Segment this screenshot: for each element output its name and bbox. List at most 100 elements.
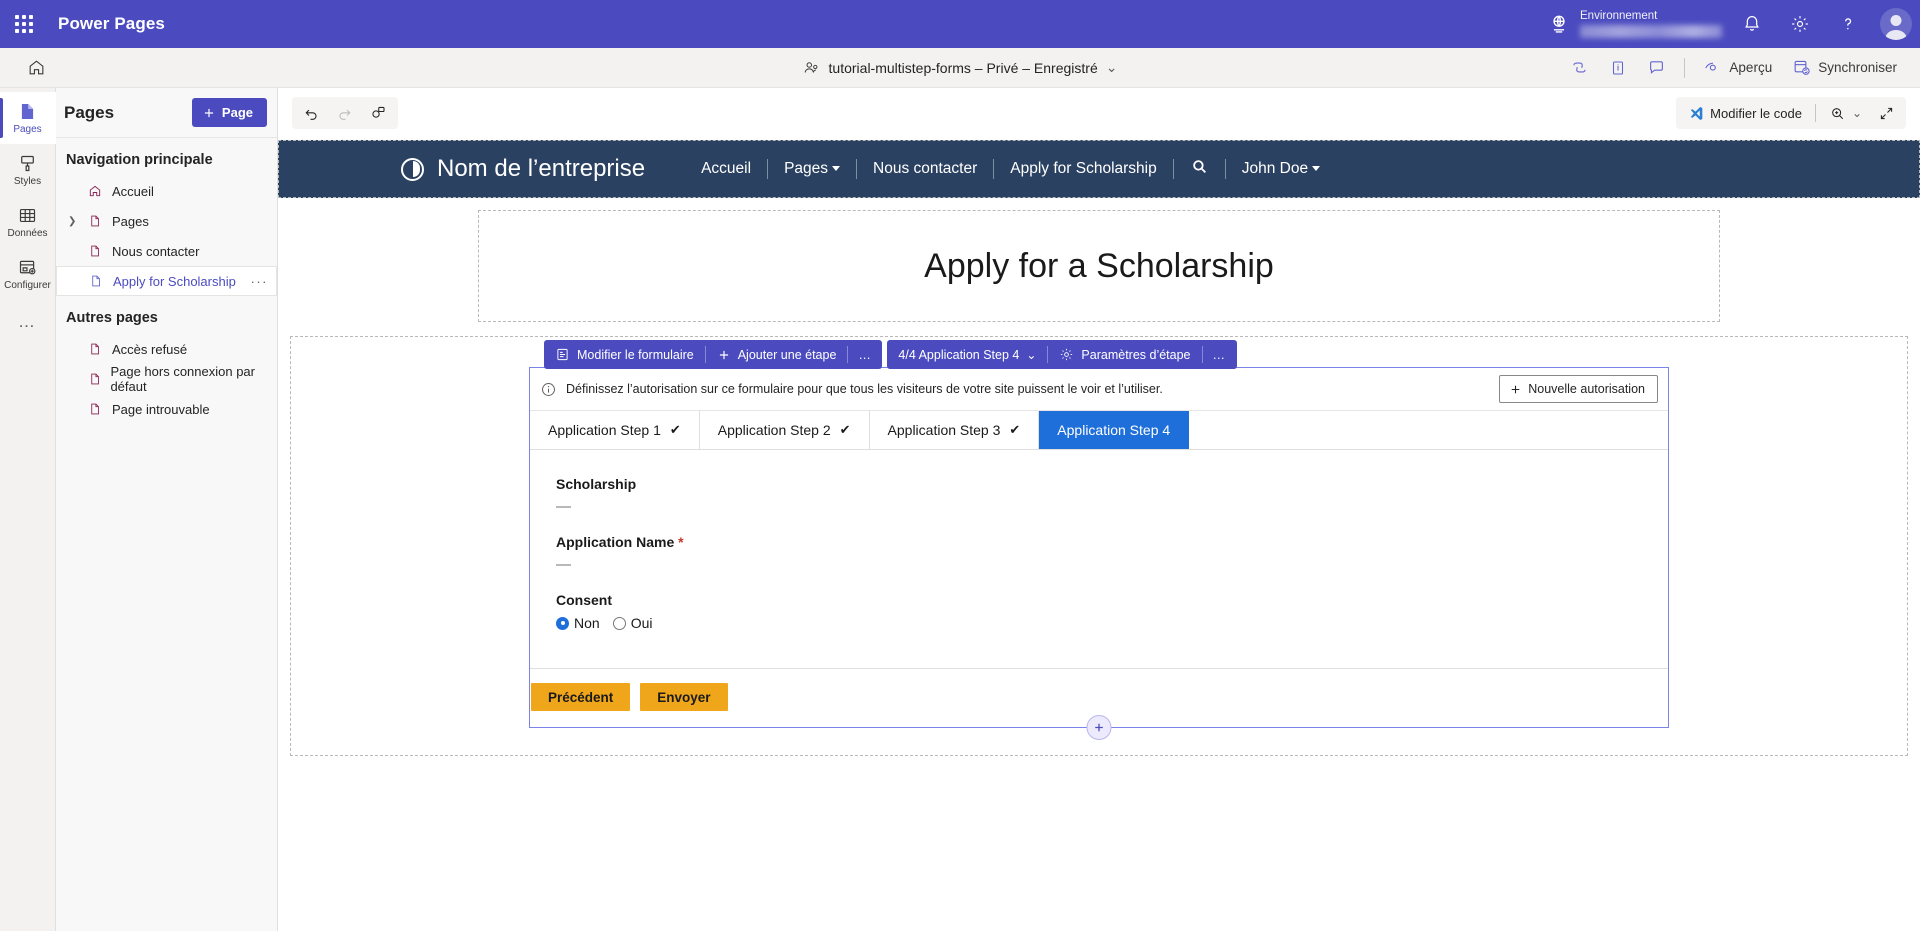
form-floating-toolbar: Modifier le formulaire Ajouter une étape xyxy=(544,340,1237,369)
page-icon xyxy=(88,372,102,386)
canvas-view-group: Modifier le code ⌄ xyxy=(1676,97,1906,129)
redo-arrow-icon[interactable] xyxy=(329,99,360,127)
new-permission-button[interactable]: Nouvelle autorisation xyxy=(1499,375,1658,403)
edit-form-label: Modifier le formulaire xyxy=(577,348,694,362)
site-nav-pages[interactable]: Pages xyxy=(768,160,856,178)
edit-code-button[interactable]: Modifier le code xyxy=(1680,99,1809,127)
tab-application-step-1[interactable]: Application Step 1 ✔ xyxy=(530,411,700,449)
environment-selector[interactable]: Environnement xyxy=(1548,10,1728,38)
field-label: Application Name * xyxy=(556,534,1642,550)
details-panel-icon[interactable] xyxy=(1600,52,1636,84)
toolbar-divider xyxy=(1815,104,1816,122)
nav-item-overflow-button[interactable]: ··· xyxy=(251,274,269,289)
main-nav-header: Navigation principale xyxy=(56,138,277,176)
main-layout: Pages Styles Données Configurer … xyxy=(0,88,1920,931)
pages-panel: Pages Page Navigation principale Accueil… xyxy=(56,88,278,931)
expand-diagonal-icon[interactable] xyxy=(1871,99,1902,127)
pages-icon xyxy=(17,101,38,122)
nav-item-accueil[interactable]: Accueil xyxy=(56,176,277,206)
form-section-container[interactable]: Modifier le formulaire Ajouter une étape xyxy=(290,336,1908,756)
other-page-acces-refuse[interactable]: Accès refusé xyxy=(56,334,277,364)
waffle-menu-icon[interactable] xyxy=(0,0,48,48)
canvas-history-group xyxy=(292,97,398,129)
form-overflow-button[interactable]: … xyxy=(848,340,882,369)
other-page-hors-connexion[interactable]: Page hors connexion par défaut xyxy=(56,364,277,394)
copilot-icon[interactable] xyxy=(1561,52,1598,84)
sidebar-item-setup[interactable]: Configurer xyxy=(0,248,56,300)
step-tab-label: Application Step 4 xyxy=(1057,422,1170,438)
hero-section[interactable]: Apply for a Scholarship xyxy=(478,210,1720,322)
canvas-toolbar: Modifier le code ⌄ xyxy=(278,94,1920,132)
other-page-introuvable[interactable]: Page introuvable xyxy=(56,394,277,424)
sidebar-item-pages[interactable]: Pages xyxy=(0,92,56,144)
step-selector-dropdown[interactable]: 4/4 Application Step 4 ⌄ xyxy=(887,340,1047,369)
sync-button[interactable]: Synchroniser xyxy=(1783,52,1906,84)
other-pages-header: Autres pages xyxy=(56,296,277,334)
topbar-right-group: Environnement xyxy=(1548,0,1920,48)
nav-item-pages[interactable]: ❯ Pages xyxy=(56,206,277,236)
site-nav-nous-contacter[interactable]: Nous contacter xyxy=(857,160,993,178)
nav-item-label: Apply for Scholarship xyxy=(113,274,236,289)
nav-item-apply-for-scholarship[interactable]: Apply for Scholarship ··· xyxy=(56,266,277,296)
tab-application-step-2[interactable]: Application Step 2 ✔ xyxy=(700,411,870,449)
field-application-name: Application Name * xyxy=(556,534,1642,566)
toolbar-divider xyxy=(1684,58,1685,78)
table-icon xyxy=(17,205,38,226)
field-placeholder-value[interactable] xyxy=(556,564,571,566)
field-placeholder-value[interactable] xyxy=(556,506,571,508)
chevron-right-icon[interactable]: ❯ xyxy=(68,216,76,227)
pages-panel-header: Pages Page xyxy=(56,88,277,138)
add-page-button[interactable]: Page xyxy=(192,98,267,127)
rail-overflow-button[interactable]: … xyxy=(18,300,37,344)
settings-gear-icon[interactable] xyxy=(1776,0,1824,48)
edit-code-label: Modifier le code xyxy=(1710,106,1802,121)
submit-button[interactable]: Envoyer xyxy=(640,683,727,711)
site-body: Apply for a Scholarship xyxy=(278,210,1920,756)
step-settings-button[interactable]: Paramètres d’étape xyxy=(1048,340,1201,369)
step-settings-label: Paramètres d’étape xyxy=(1081,348,1190,362)
site-logo[interactable]: Nom de l’entreprise xyxy=(401,155,645,183)
edit-form-button[interactable]: Modifier le formulaire xyxy=(544,340,705,369)
annotation-icon[interactable] xyxy=(362,99,394,127)
preview-button[interactable]: Aperçu xyxy=(1694,52,1781,84)
required-marker: * xyxy=(678,534,683,550)
zoom-control[interactable]: ⌄ xyxy=(1822,99,1869,127)
home-icon[interactable] xyxy=(16,48,56,88)
page-icon xyxy=(88,214,104,228)
site-title-selector[interactable]: tutorial-multistep-forms – Privé – Enreg… xyxy=(803,59,1118,77)
user-avatar[interactable] xyxy=(1872,0,1920,48)
site-nav-apply-for-scholarship[interactable]: Apply for Scholarship xyxy=(994,160,1172,178)
zoom-magnifier-icon xyxy=(1829,105,1846,122)
notifications-bell-icon[interactable] xyxy=(1728,0,1776,48)
consent-option-non[interactable]: Non xyxy=(556,615,600,631)
tab-application-step-3[interactable]: Application Step 3 ✔ xyxy=(870,411,1040,449)
previous-button[interactable]: Précédent xyxy=(531,683,630,711)
environment-label: Environnement xyxy=(1580,10,1722,23)
sidebar-item-styles[interactable]: Styles xyxy=(0,144,56,196)
tab-application-step-4[interactable]: Application Step 4 xyxy=(1039,411,1189,449)
comment-icon[interactable] xyxy=(1638,52,1675,84)
sidebar-item-data[interactable]: Données xyxy=(0,196,56,248)
plus-icon xyxy=(1509,383,1522,396)
help-question-icon[interactable] xyxy=(1824,0,1872,48)
undo-arrow-icon[interactable] xyxy=(296,99,327,127)
site-nav-user-menu[interactable]: John Doe xyxy=(1226,160,1336,178)
field-consent: Consent Non Oui xyxy=(556,592,1642,631)
step-actions-group: 4/4 Application Step 4 ⌄ Paramètr xyxy=(887,340,1236,369)
page-icon xyxy=(88,402,104,416)
site-nav-accueil[interactable]: Accueil xyxy=(685,160,767,178)
chevron-down-icon: ⌄ xyxy=(1026,348,1036,362)
search-icon[interactable] xyxy=(1174,157,1225,181)
nav-item-nous-contacter[interactable]: Nous contacter xyxy=(56,236,277,266)
add-page-label: Page xyxy=(222,105,253,120)
setup-icon xyxy=(17,257,38,278)
step-overflow-button[interactable]: … xyxy=(1203,340,1237,369)
add-section-button[interactable] xyxy=(1087,715,1112,740)
radio-button[interactable] xyxy=(556,617,569,630)
add-step-button[interactable]: Ajouter une étape xyxy=(706,340,848,369)
consent-option-oui[interactable]: Oui xyxy=(613,615,653,631)
radio-button[interactable] xyxy=(613,617,626,630)
permission-notice-text: Définissez l’autorisation sur ce formula… xyxy=(566,382,1163,396)
multistep-form-component[interactable]: Modifier le formulaire Ajouter une étape xyxy=(529,367,1669,728)
sync-label: Synchroniser xyxy=(1818,60,1897,75)
